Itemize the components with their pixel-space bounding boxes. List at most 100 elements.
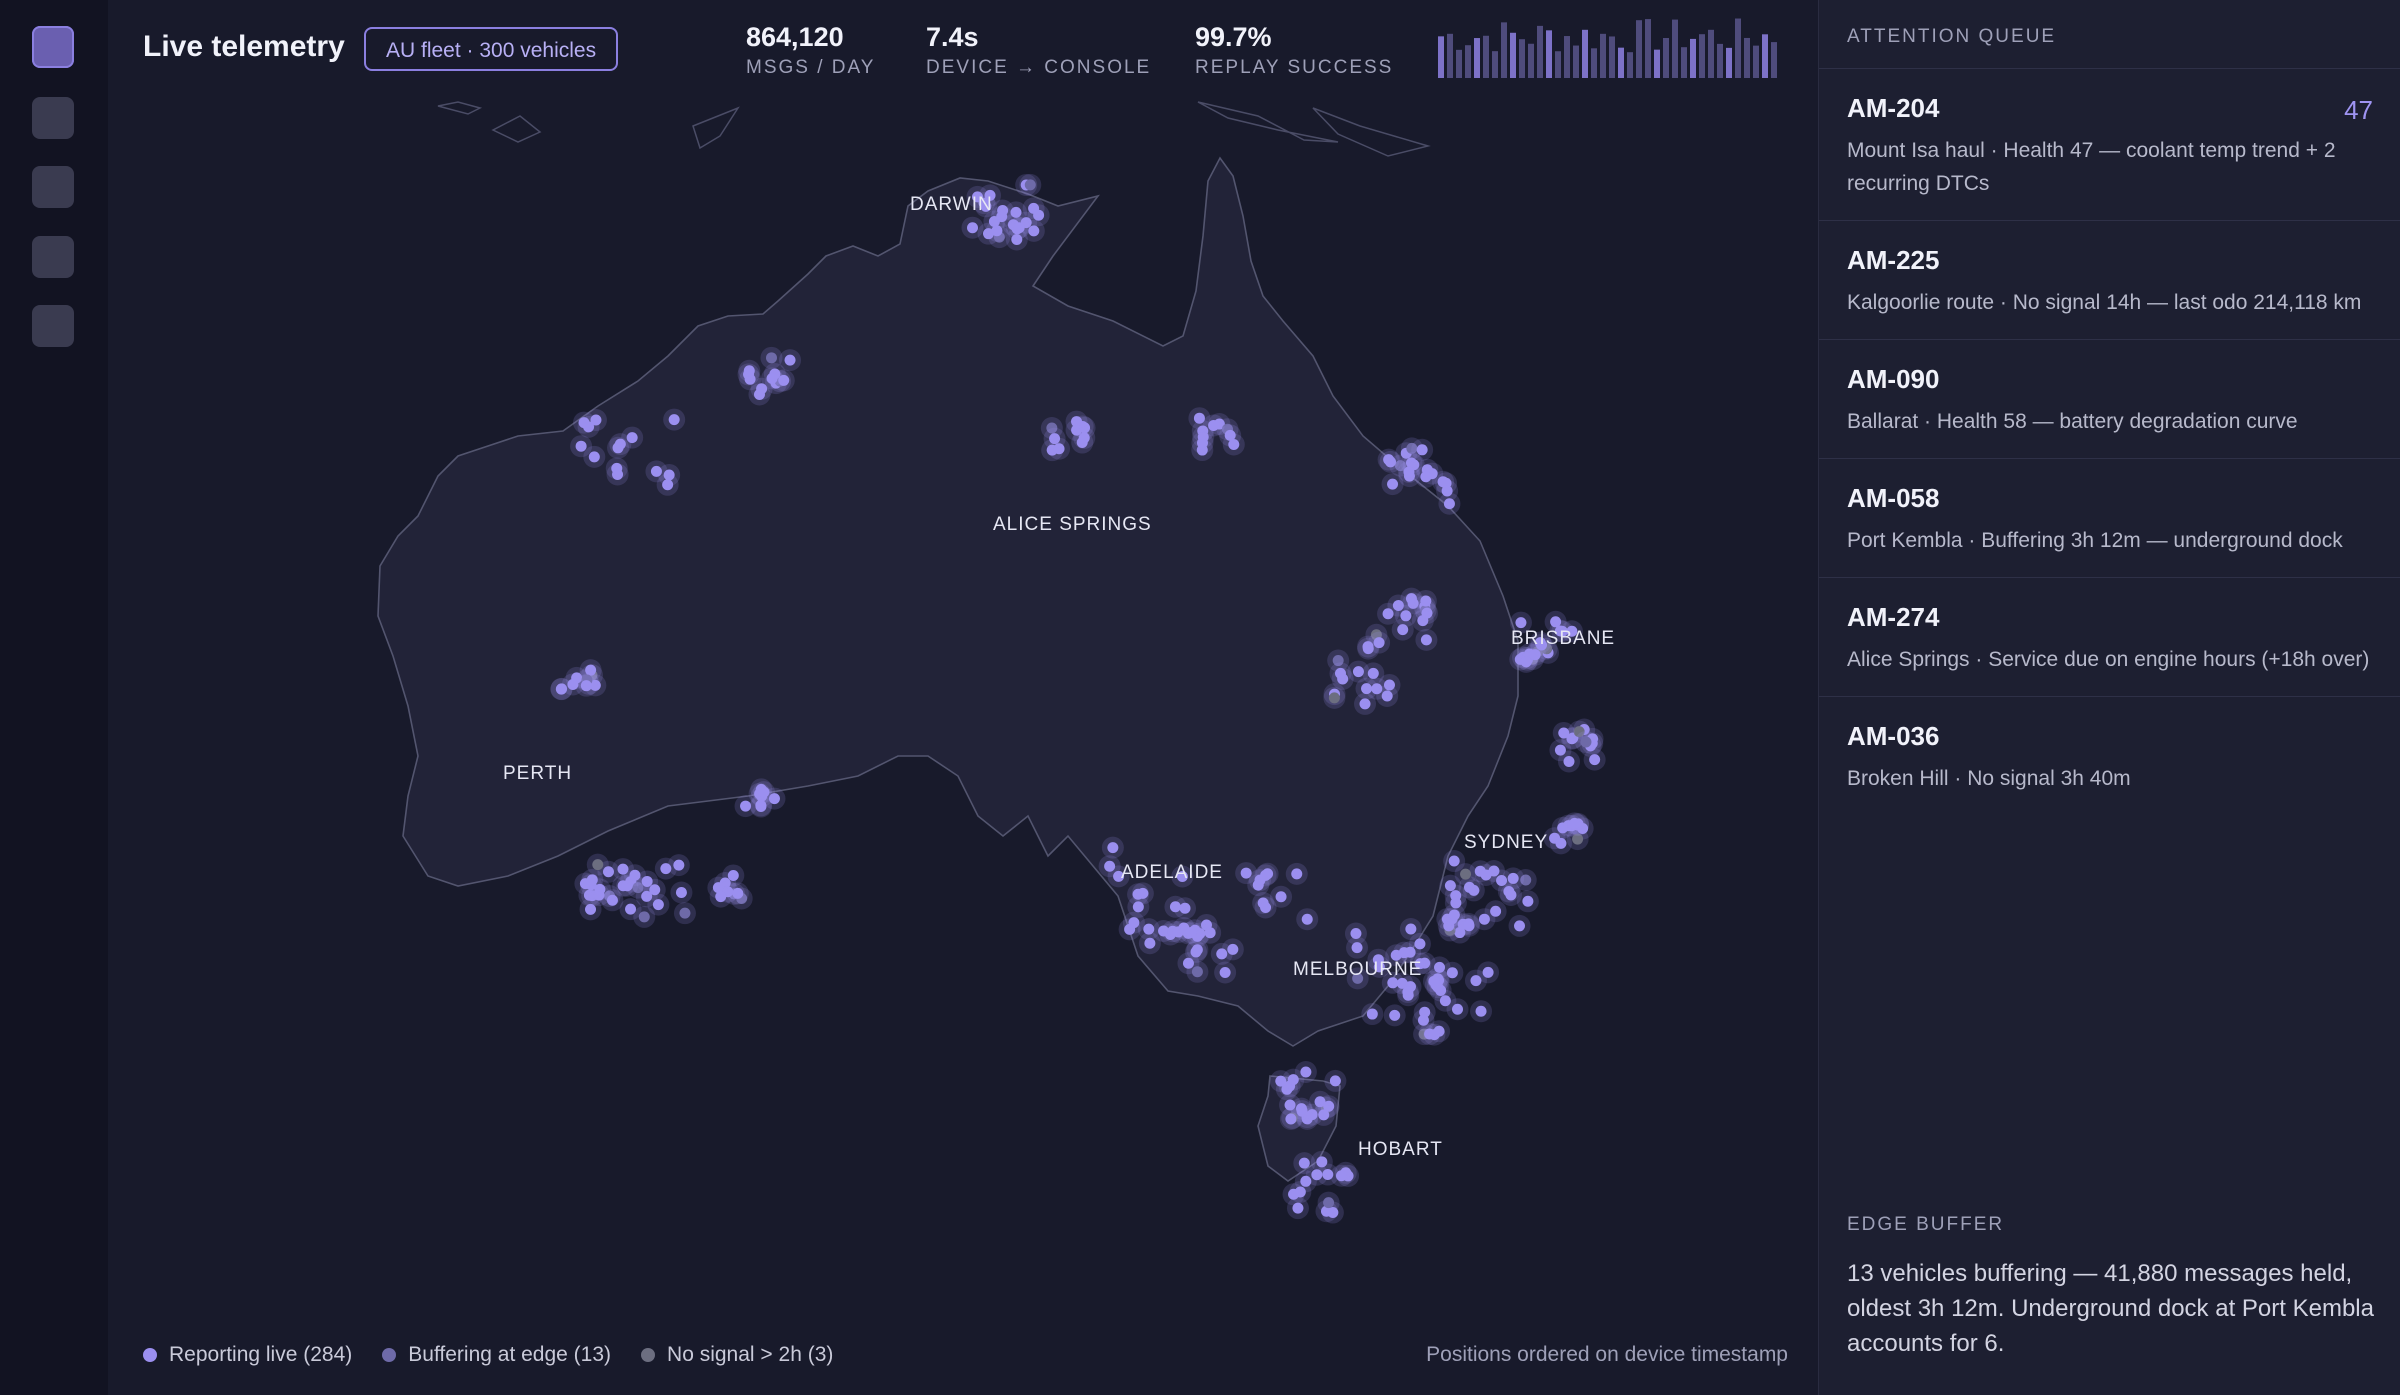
vehicle-marker[interactable] — [1323, 1197, 1335, 1209]
queue-item[interactable]: AM-036 Broken Hill · No signal 3h 40m — [1819, 696, 2400, 815]
vehicle-marker[interactable] — [1366, 1008, 1378, 1020]
vehicle-marker[interactable] — [673, 859, 685, 871]
vehicle-marker[interactable] — [1224, 429, 1236, 441]
queue-item[interactable]: AM-274 Alice Springs · Service due on en… — [1819, 577, 2400, 696]
vehicle-marker[interactable] — [1463, 920, 1475, 932]
vehicle-marker[interactable] — [1292, 1202, 1304, 1214]
nav-icon-4[interactable] — [32, 236, 74, 278]
vehicle-marker[interactable] — [668, 414, 680, 426]
vehicle-marker[interactable] — [1351, 942, 1363, 954]
vehicle-marker[interactable] — [1028, 202, 1040, 214]
vehicle-marker[interactable] — [1300, 1175, 1312, 1187]
vehicle-marker[interactable] — [652, 899, 664, 911]
vehicle-marker[interactable] — [612, 442, 624, 454]
vehicle-marker[interactable] — [649, 884, 661, 896]
vehicle-marker[interactable] — [625, 903, 637, 915]
vehicle-marker[interactable] — [1169, 901, 1181, 913]
vehicle-marker[interactable] — [1550, 616, 1562, 628]
vehicle-marker[interactable] — [1460, 868, 1472, 880]
vehicle-marker[interactable] — [1328, 692, 1340, 704]
vehicle-marker[interactable] — [1373, 637, 1385, 649]
nav-icon-2[interactable] — [32, 97, 74, 139]
vehicle-marker[interactable] — [758, 786, 770, 798]
vehicle-marker[interactable] — [1329, 1075, 1341, 1087]
vehicle-marker[interactable] — [1402, 986, 1414, 998]
vehicle-marker[interactable] — [1515, 617, 1527, 629]
vehicle-marker[interactable] — [1428, 1029, 1440, 1041]
vehicle-marker[interactable] — [1024, 179, 1036, 191]
vehicle-marker[interactable] — [1298, 1157, 1310, 1169]
vehicle-marker[interactable] — [1295, 1103, 1307, 1115]
queue-item[interactable]: AM-204 47 Mount Isa haul · Health 47 — c… — [1819, 68, 2400, 220]
vehicle-marker[interactable] — [650, 465, 662, 477]
vehicle-marker[interactable] — [715, 891, 727, 903]
vehicle-marker[interactable] — [1053, 443, 1065, 455]
vehicle-marker[interactable] — [1448, 909, 1460, 921]
vehicle-marker[interactable] — [1196, 437, 1208, 449]
nav-icon-3[interactable] — [32, 166, 74, 208]
vehicle-marker[interactable] — [1010, 206, 1022, 218]
vehicle-marker[interactable] — [1514, 920, 1526, 932]
vehicle-marker[interactable] — [1291, 868, 1303, 880]
vehicle-marker[interactable] — [1185, 926, 1197, 938]
vehicle-marker[interactable] — [1107, 842, 1119, 854]
vehicle-marker[interactable] — [1580, 736, 1592, 748]
vehicle-marker[interactable] — [594, 883, 606, 895]
vehicle-marker[interactable] — [629, 869, 641, 881]
vehicle-marker[interactable] — [590, 414, 602, 426]
vehicle-marker[interactable] — [1260, 901, 1272, 913]
vehicle-marker[interactable] — [1367, 667, 1379, 679]
vehicle-marker[interactable] — [1275, 1075, 1287, 1087]
vehicle-marker[interactable] — [592, 859, 604, 871]
fleet-map-icon[interactable] — [32, 26, 74, 68]
vehicle-marker[interactable] — [1522, 895, 1534, 907]
vehicle-marker[interactable] — [1420, 471, 1432, 483]
vehicle-marker[interactable] — [1387, 478, 1399, 490]
vehicle-marker[interactable] — [1322, 1169, 1334, 1181]
vehicle-marker[interactable] — [611, 462, 623, 474]
vehicle-marker[interactable] — [1505, 889, 1517, 901]
vehicle-marker[interactable] — [1558, 727, 1570, 739]
fleet-map[interactable]: DARWIN ALICE SPRINGS BRISBANE PERTH SYDNEY AD… — [108, 96, 1818, 1336]
vehicle-marker[interactable] — [1480, 869, 1492, 881]
vehicle-marker[interactable] — [1420, 595, 1432, 607]
vehicle-marker[interactable] — [1403, 466, 1415, 478]
vehicle-marker[interactable] — [967, 222, 979, 234]
vehicle-marker[interactable] — [1452, 1003, 1464, 1015]
fleet-filter-pill[interactable]: AU fleet · 300 vehicles — [364, 27, 619, 71]
vehicle-marker[interactable] — [732, 887, 744, 899]
vehicle-marker[interactable] — [1416, 444, 1428, 456]
vehicle-marker[interactable] — [679, 907, 691, 919]
vehicle-marker[interactable] — [1190, 946, 1202, 958]
vehicle-marker[interactable] — [1398, 947, 1410, 959]
vehicle-marker[interactable] — [1104, 860, 1116, 872]
vehicle-marker[interactable] — [1428, 975, 1440, 987]
vehicle-marker[interactable] — [1301, 913, 1313, 925]
vehicle-marker[interactable] — [1468, 884, 1480, 896]
queue-item[interactable]: AM-058 Port Kembla · Buffering 3h 12m — … — [1819, 458, 2400, 577]
vehicle-marker[interactable] — [1383, 454, 1395, 466]
vehicle-marker[interactable] — [1275, 891, 1287, 903]
vehicle-marker[interactable] — [1334, 667, 1346, 679]
vehicle-marker[interactable] — [1240, 867, 1252, 879]
vehicle-marker[interactable] — [1555, 837, 1567, 849]
vehicle-marker[interactable] — [1529, 649, 1541, 661]
vehicle-marker[interactable] — [743, 365, 755, 377]
vehicle-marker[interactable] — [1078, 432, 1090, 444]
vehicle-marker[interactable] — [1137, 887, 1149, 899]
vehicle-marker[interactable] — [1208, 419, 1220, 431]
vehicle-marker[interactable] — [1389, 1009, 1401, 1021]
vehicle-marker[interactable] — [1352, 666, 1364, 678]
nav-icon-5[interactable] — [32, 305, 74, 347]
vehicle-marker[interactable] — [1563, 756, 1575, 768]
vehicle-marker[interactable] — [1450, 890, 1462, 902]
vehicle-marker[interactable] — [1128, 917, 1140, 929]
vehicle-marker[interactable] — [1260, 869, 1272, 881]
vehicle-marker[interactable] — [1443, 498, 1455, 510]
queue-item[interactable]: AM-090 Ballarat · Health 58 — battery de… — [1819, 339, 2400, 458]
vehicle-marker[interactable] — [1359, 698, 1371, 710]
vehicle-marker[interactable] — [753, 388, 765, 400]
vehicle-marker[interactable] — [1191, 966, 1203, 978]
vehicle-marker[interactable] — [765, 352, 777, 364]
queue-item[interactable]: AM-225 Kalgoorlie route · No signal 14h … — [1819, 220, 2400, 339]
